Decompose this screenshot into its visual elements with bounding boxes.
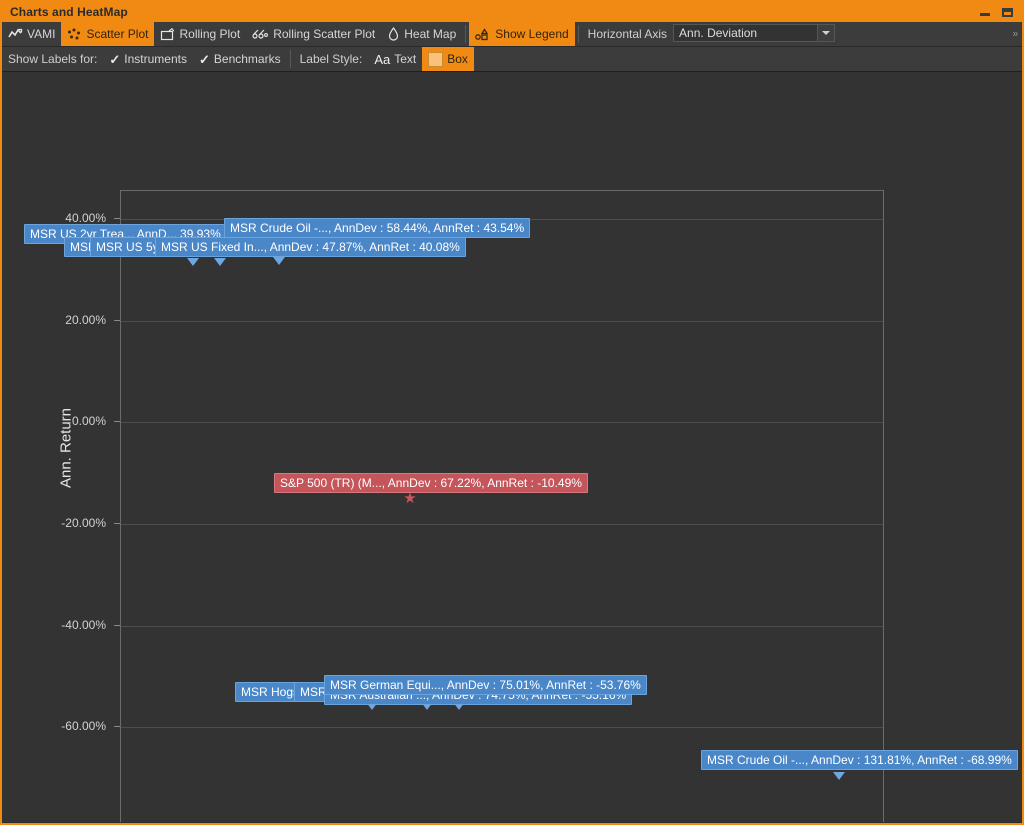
rolling-plot-icon — [160, 27, 175, 41]
y-axis-tick-mark — [114, 726, 120, 728]
data-point-label[interactable]: MSR Crude Oil -..., AnnDev : 58.44%, Ann… — [224, 218, 531, 238]
checkbox-instruments-label: Instruments — [124, 52, 187, 66]
gridline-horizontal — [121, 523, 883, 525]
rolling-scatter-plot-icon — [252, 28, 269, 41]
data-point-label[interactable]: MSR German Equi..., AnnDev : 75.01%, Ann… — [324, 675, 647, 695]
label-style-label: Label Style: — [299, 52, 363, 66]
tab-scatter-plot[interactable]: Scatter Plot — [61, 22, 155, 46]
show-legend-toggle[interactable]: Show Legend — [469, 22, 575, 46]
y-axis-tick-label: -20.00% — [61, 515, 106, 530]
box-style-icon — [428, 51, 444, 67]
horizontal-axis-select[interactable]: Ann. Deviation — [673, 24, 836, 42]
y-axis-tick-mark — [114, 522, 120, 524]
label-options-toolbar: Show Labels for: ✓ Instruments ✓ Benchma… — [2, 47, 1022, 72]
tab-rolling-plot[interactable]: Rolling Plot — [154, 22, 246, 46]
label-style-text-label: Text — [394, 52, 417, 66]
data-point-label[interactable]: S&P 500 (TR) (M..., AnnDev : 67.22%, Ann… — [274, 473, 588, 493]
data-point-label[interactable]: MSR US Fixed In..., AnnDev : 47.87%, Ann… — [155, 237, 466, 257]
legend-icon — [475, 27, 491, 41]
data-point-label[interactable]: MSR US 5y — [90, 237, 165, 257]
charts-heatmap-window: Charts and HeatMap VAMI Scatter Plot Rol… — [0, 0, 1024, 825]
y-axis-tick-label: -40.00% — [61, 617, 106, 632]
check-icon: ✓ — [109, 51, 121, 67]
gridline-horizontal — [121, 727, 883, 729]
show-labels-for-label: Show Labels for: — [8, 52, 98, 66]
y-axis-tick-mark — [114, 421, 120, 423]
tab-heat-map[interactable]: Heat Map — [381, 22, 462, 46]
window-title: Charts and HeatMap — [10, 5, 128, 19]
label-style-box-button[interactable]: Box — [422, 47, 474, 71]
scatter-chart: Ann. Return Ann. Deviation 40.00%20.00%0… — [2, 72, 1022, 823]
data-point-marker-triangle[interactable] — [833, 772, 845, 780]
chevron-down-icon — [822, 31, 831, 35]
text-style-icon: Aa — [374, 52, 390, 67]
horizontal-axis-dropdown-button[interactable] — [817, 25, 835, 41]
data-point-marker-triangle[interactable] — [214, 258, 226, 266]
y-axis-tick-label: 20.00% — [65, 312, 106, 327]
toolbar-separator-2 — [577, 25, 579, 43]
toolbar-separator-1 — [465, 25, 467, 43]
maximize-icon — [1001, 7, 1013, 17]
tab-vami-label: VAMI — [27, 27, 56, 41]
label-style-box-label: Box — [447, 52, 468, 66]
minimize-icon — [980, 13, 990, 16]
checkbox-benchmarks-label: Benchmarks — [213, 52, 281, 66]
y-axis-tick-mark — [114, 217, 120, 219]
tab-rolling-scatter-plot[interactable]: Rolling Scatter Plot — [246, 22, 381, 46]
maximize-button[interactable] — [996, 3, 1018, 21]
checkbox-instruments[interactable]: ✓ Instruments — [103, 47, 193, 71]
toolbar-separator-3 — [289, 50, 291, 68]
data-point-marker-triangle[interactable] — [273, 257, 285, 265]
text-style-glyph: Aa — [374, 51, 391, 67]
line-chart-icon — [8, 28, 23, 41]
chart-type-toolbar: VAMI Scatter Plot Rolling Plot Rolling S… — [2, 22, 1022, 47]
horizontal-axis-value: Ann. Deviation — [679, 26, 758, 40]
title-bar: Charts and HeatMap — [2, 2, 1022, 22]
tab-vami[interactable]: VAMI — [2, 22, 61, 46]
gridline-horizontal — [121, 625, 883, 627]
tab-heat-map-label: Heat Map — [404, 27, 457, 41]
check-icon: ✓ — [199, 51, 210, 67]
data-point-marker-triangle[interactable] — [187, 258, 199, 266]
tab-rolling-plot-label: Rolling Plot — [179, 27, 241, 41]
y-axis-tick-label: -60.00% — [61, 719, 106, 734]
label-style-text-button[interactable]: Aa Text — [368, 47, 422, 71]
tab-scatter-plot-label: Scatter Plot — [86, 27, 149, 41]
status-bar — [2, 822, 1022, 823]
data-point-marker-star[interactable]: ★ — [403, 491, 416, 506]
y-axis-tick-mark — [114, 624, 120, 626]
data-point-label[interactable]: MSR Crude Oil -..., AnnDev : 131.81%, An… — [701, 750, 1018, 770]
plot-area — [120, 190, 884, 823]
show-legend-label: Show Legend — [495, 27, 569, 41]
y-axis-tick-label: 0.00% — [71, 414, 106, 429]
gridline-horizontal — [121, 422, 883, 424]
gridline-horizontal — [121, 320, 883, 322]
y-axis-tick-mark — [114, 319, 120, 321]
minimize-button[interactable] — [974, 3, 996, 21]
checkbox-benchmarks[interactable]: ✓ Benchmarks — [193, 47, 287, 71]
toolbar-overflow-button[interactable]: » — [1012, 29, 1018, 40]
scatter-plot-icon — [67, 28, 82, 41]
heat-map-icon — [387, 27, 400, 41]
y-axis-tick-label: 40.00% — [65, 210, 106, 225]
tab-rolling-scatter-plot-label: Rolling Scatter Plot — [273, 27, 376, 41]
horizontal-axis-label: Horizontal Axis — [587, 27, 668, 41]
